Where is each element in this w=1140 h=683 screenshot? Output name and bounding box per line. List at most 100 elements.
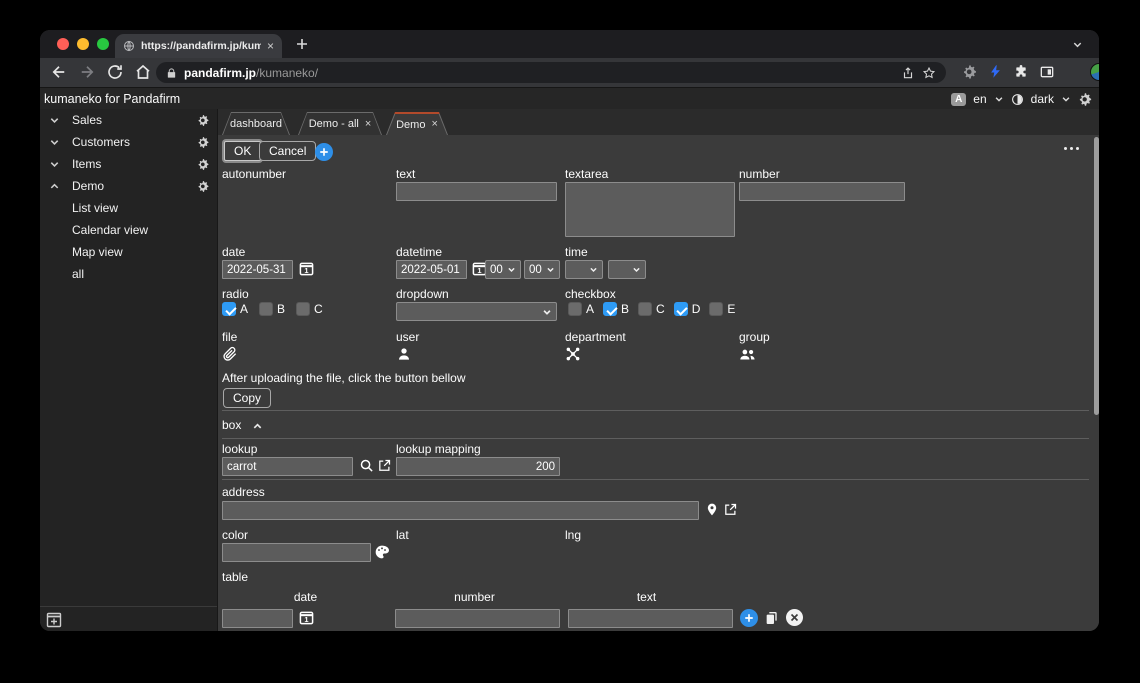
tab-demo-all[interactable]: Demo - all× bbox=[298, 112, 382, 135]
copy-button[interactable]: Copy bbox=[223, 388, 271, 408]
table-date-input[interactable] bbox=[222, 609, 293, 628]
group-icon[interactable] bbox=[739, 346, 756, 362]
checkbox-checked-icon[interactable] bbox=[674, 302, 688, 316]
checkbox-option[interactable]: A bbox=[568, 302, 594, 316]
tab-close-icon[interactable]: × bbox=[267, 40, 274, 52]
duplicate-row-icon[interactable] bbox=[764, 610, 780, 626]
zoom-window-button[interactable] bbox=[97, 38, 109, 50]
gear-icon[interactable] bbox=[197, 180, 210, 193]
map-pin-icon[interactable] bbox=[705, 502, 719, 517]
dropdown-select[interactable] bbox=[396, 302, 557, 321]
side-panel-icon[interactable] bbox=[1039, 64, 1056, 81]
search-icon[interactable] bbox=[359, 458, 374, 473]
chevron-up-icon[interactable] bbox=[252, 421, 263, 432]
radio-option[interactable]: C bbox=[296, 302, 323, 316]
checkbox-unchecked-icon[interactable] bbox=[568, 302, 582, 316]
textarea-input[interactable] bbox=[565, 182, 735, 237]
puzzle-icon[interactable] bbox=[1013, 64, 1030, 81]
checkbox-option[interactable]: E bbox=[709, 302, 735, 316]
chevron-up-icon[interactable] bbox=[49, 181, 60, 192]
browser-tab[interactable]: https://pandafirm.jp/kumaneko × bbox=[115, 34, 282, 58]
time-minute-select[interactable] bbox=[608, 260, 646, 279]
date-input[interactable] bbox=[222, 260, 293, 279]
sidebar-item-map-view[interactable]: Map view bbox=[40, 241, 217, 263]
lookup-mapping-input[interactable] bbox=[396, 457, 560, 476]
cancel-button[interactable]: Cancel bbox=[259, 141, 316, 161]
chevron-down-icon[interactable] bbox=[49, 115, 60, 126]
tab-list-chevron-icon[interactable] bbox=[1072, 39, 1083, 50]
close-window-button[interactable] bbox=[57, 38, 69, 50]
profile-avatar[interactable] bbox=[1090, 63, 1099, 81]
checkbox-unchecked-icon[interactable] bbox=[259, 302, 273, 316]
datetime-date-input[interactable] bbox=[396, 260, 467, 279]
sidebar-item-items[interactable]: Items bbox=[40, 153, 217, 175]
scrollbar-thumb[interactable] bbox=[1094, 137, 1099, 415]
home-icon[interactable] bbox=[134, 63, 152, 81]
sidebar-item-list-view[interactable]: List view bbox=[40, 197, 217, 219]
share-icon[interactable] bbox=[901, 66, 915, 80]
add-row-icon[interactable] bbox=[740, 609, 758, 627]
external-link-icon[interactable] bbox=[723, 502, 738, 517]
text-input[interactable] bbox=[396, 182, 557, 201]
chevron-down-icon[interactable] bbox=[1061, 94, 1071, 104]
checkbox-unchecked-icon[interactable] bbox=[638, 302, 652, 316]
new-tab-button[interactable] bbox=[294, 36, 310, 52]
color-input[interactable] bbox=[222, 543, 371, 562]
add-app-icon[interactable] bbox=[46, 612, 62, 628]
gear-icon[interactable] bbox=[197, 158, 210, 171]
calendar-icon[interactable]: 1 bbox=[299, 610, 314, 625]
minimize-window-button[interactable] bbox=[77, 38, 89, 50]
chevron-down-icon[interactable] bbox=[49, 137, 60, 148]
reload-icon[interactable] bbox=[106, 63, 124, 81]
gear-icon[interactable] bbox=[962, 64, 979, 81]
department-icon[interactable] bbox=[565, 346, 581, 362]
table-text-input[interactable] bbox=[568, 609, 733, 628]
address-bar[interactable]: pandafirm.jp/kumaneko/ bbox=[156, 62, 946, 83]
chevron-down-icon[interactable] bbox=[994, 94, 1004, 104]
ok-button[interactable]: OK bbox=[224, 141, 261, 161]
sidebar-item-all[interactable]: all bbox=[40, 263, 217, 285]
gear-icon[interactable] bbox=[197, 136, 210, 149]
external-link-icon[interactable] bbox=[377, 458, 392, 473]
star-icon[interactable] bbox=[922, 66, 936, 80]
gear-icon[interactable] bbox=[1078, 92, 1093, 107]
address-input[interactable] bbox=[222, 501, 699, 520]
number-input[interactable] bbox=[739, 182, 905, 201]
tab-demo[interactable]: Demo× bbox=[386, 112, 448, 135]
bolt-icon[interactable] bbox=[988, 64, 1005, 81]
radio-option[interactable]: A bbox=[222, 302, 248, 316]
checkbox-checked-icon[interactable] bbox=[603, 302, 617, 316]
more-icon[interactable] bbox=[1064, 147, 1079, 150]
chevron-down-icon[interactable] bbox=[49, 159, 60, 170]
datetime-hour-select[interactable]: 00 bbox=[485, 260, 521, 279]
radio-option[interactable]: B bbox=[259, 302, 285, 316]
back-icon[interactable] bbox=[50, 63, 68, 81]
delete-row-icon[interactable] bbox=[786, 609, 803, 626]
theme-select-value[interactable]: dark bbox=[1031, 92, 1054, 106]
gear-icon[interactable] bbox=[197, 114, 210, 127]
sidebar-item-sales[interactable]: Sales bbox=[40, 109, 217, 131]
sidebar-item-customers[interactable]: Customers bbox=[40, 131, 217, 153]
tab-dashboard[interactable]: dashboard bbox=[222, 112, 290, 135]
close-icon[interactable]: × bbox=[365, 119, 371, 130]
lookup-input[interactable] bbox=[222, 457, 353, 476]
lock-icon[interactable] bbox=[166, 67, 177, 79]
checkbox-option[interactable]: C bbox=[638, 302, 665, 316]
time-hour-select[interactable] bbox=[565, 260, 603, 279]
checkbox-option[interactable]: B bbox=[603, 302, 629, 316]
datetime-minute-select[interactable]: 00 bbox=[524, 260, 560, 279]
checkbox-checked-icon[interactable] bbox=[222, 302, 236, 316]
palette-icon[interactable] bbox=[374, 544, 390, 560]
close-icon[interactable]: × bbox=[431, 119, 437, 130]
paperclip-icon[interactable] bbox=[222, 346, 238, 362]
sidebar-item-demo[interactable]: Demo bbox=[40, 175, 217, 197]
user-icon[interactable] bbox=[396, 346, 412, 362]
plus-circle-icon[interactable] bbox=[315, 143, 333, 161]
sidebar-item-calendar-view[interactable]: Calendar view bbox=[40, 219, 217, 241]
checkbox-option[interactable]: D bbox=[674, 302, 701, 316]
calendar-icon[interactable]: 1 bbox=[299, 261, 314, 276]
table-number-input[interactable] bbox=[395, 609, 560, 628]
forward-icon[interactable] bbox=[78, 63, 96, 81]
checkbox-unchecked-icon[interactable] bbox=[296, 302, 310, 316]
language-select-value[interactable]: en bbox=[973, 92, 986, 106]
